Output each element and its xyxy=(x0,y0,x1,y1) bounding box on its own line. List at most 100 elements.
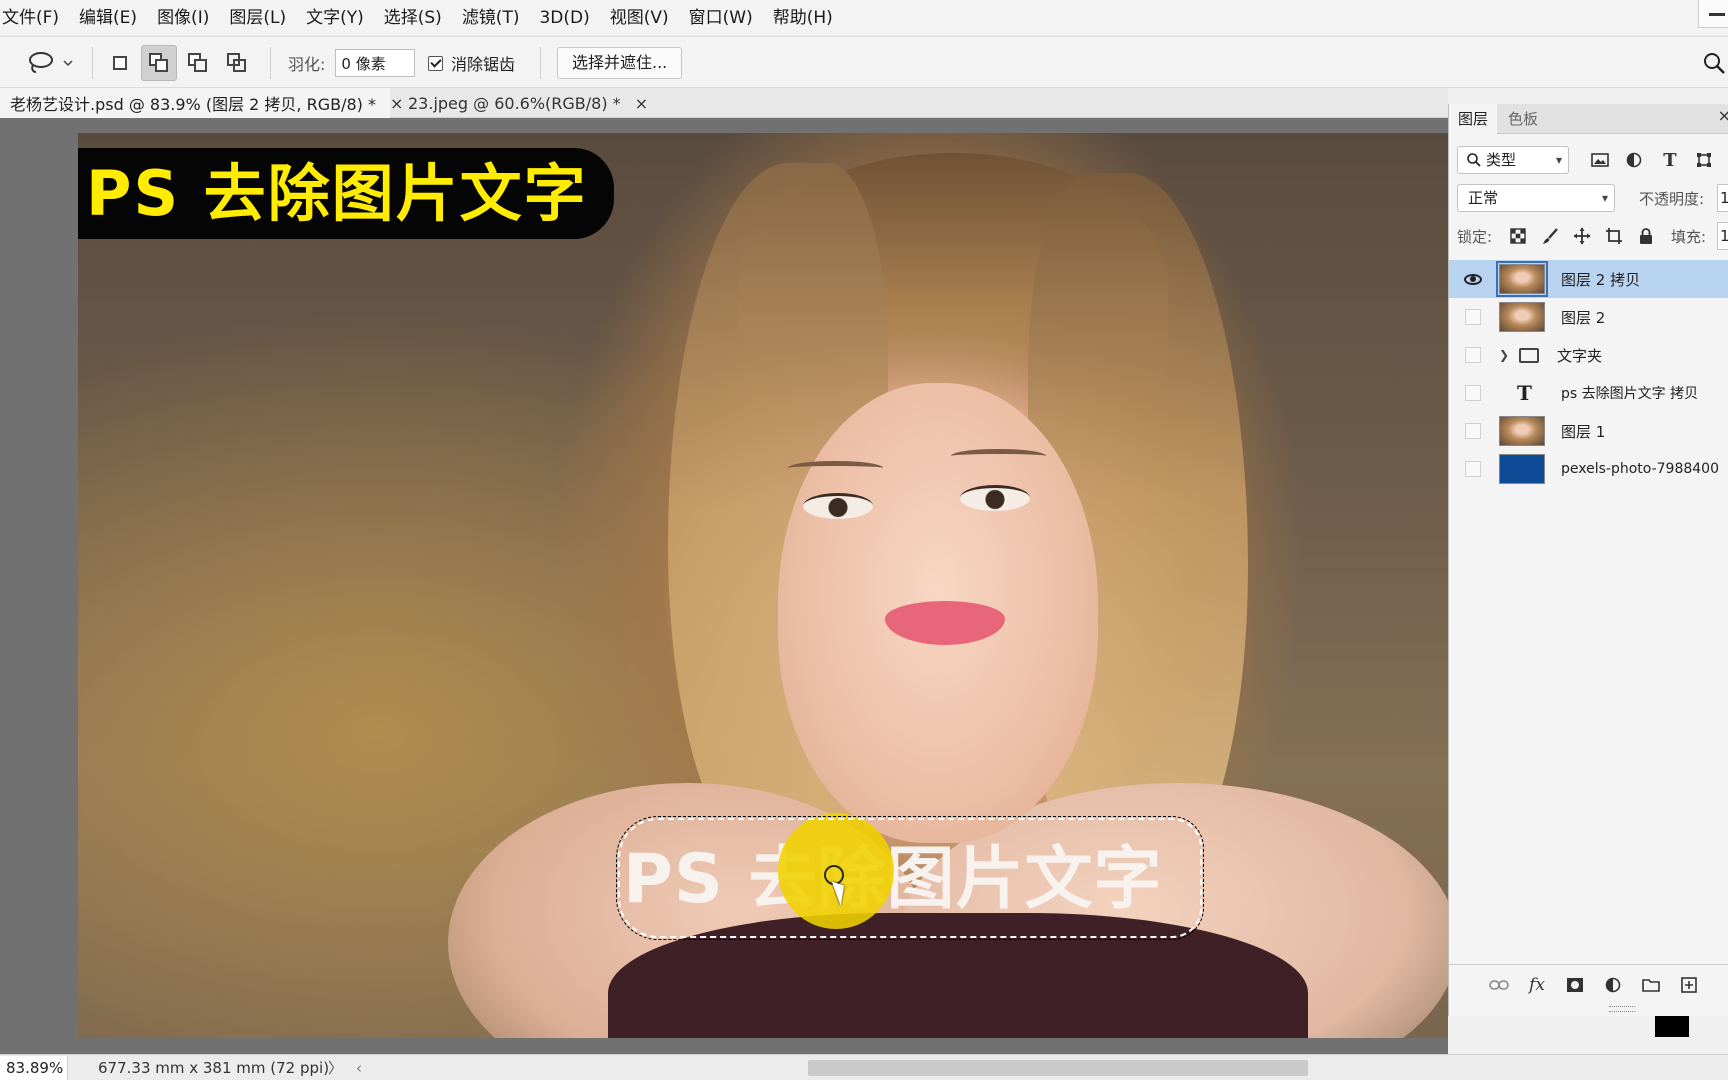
lock-all-button[interactable] xyxy=(1633,222,1659,250)
tab-label: 23.jpeg @ 60.6%(RGB/8) * xyxy=(408,93,621,113)
menu-image[interactable]: 图像(I) xyxy=(147,0,219,36)
filter-pixel-button[interactable] xyxy=(1585,146,1615,174)
layer-thumbnail xyxy=(1499,416,1545,446)
lasso-tool-preset-picker[interactable] xyxy=(22,45,78,81)
tab-laoyang-psd[interactable]: 老杨艺设计.psd @ 83.9% (图层 2 拷贝, RGB/8) * × xyxy=(0,88,403,118)
new-selection-button[interactable] xyxy=(102,45,138,81)
fx-icon[interactable]: fx xyxy=(1525,973,1549,997)
lock-transparent-pixels-button[interactable] xyxy=(1505,222,1531,250)
minimize-window-button[interactable] xyxy=(1698,0,1728,28)
menu-file[interactable]: 文件(F) xyxy=(0,0,69,36)
menu-edit[interactable]: 编辑(E) xyxy=(69,0,147,36)
search-button[interactable] xyxy=(1700,45,1728,81)
layer-visibility-toggle[interactable] xyxy=(1463,459,1483,479)
layer-visibility-toggle[interactable] xyxy=(1463,307,1483,327)
mask-icon xyxy=(1567,978,1583,992)
new-adjustment-layer-button[interactable] xyxy=(1601,973,1625,997)
menu-window[interactable]: 窗口(W) xyxy=(679,0,763,36)
horizontal-scrollbar-thumb[interactable] xyxy=(808,1060,1308,1076)
filter-shape-button[interactable] xyxy=(1689,146,1719,174)
layer-row-layer2-copy[interactable]: 图层 2 拷贝 xyxy=(1449,260,1728,298)
select-mask-control: 选择并遮住... xyxy=(557,45,683,81)
layer-name: ps 去除图片文字 拷贝 xyxy=(1561,386,1699,402)
type-layer-icon: T xyxy=(1517,381,1532,405)
filter-adjustment-button[interactable] xyxy=(1619,146,1649,174)
layer-visibility-toggle[interactable] xyxy=(1463,383,1483,403)
layer-filter-row: 类型 ▾ T xyxy=(1449,146,1728,174)
layer-row-pexels-photo[interactable]: pexels-photo-7988400 xyxy=(1449,450,1728,488)
menu-filter[interactable]: 滤镜(T) xyxy=(452,0,530,36)
canvas-workspace[interactable]: PS 去除图片文字 PS 去除图片文字 xyxy=(0,118,1448,1054)
fill-input[interactable]: 1 xyxy=(1717,222,1728,250)
subtract-from-selection-icon xyxy=(188,53,208,73)
intersect-selection-icon xyxy=(227,53,247,73)
layer-row-text[interactable]: T ps 去除图片文字 拷贝 xyxy=(1449,374,1728,412)
add-to-selection-button[interactable] xyxy=(141,45,177,81)
subtract-from-selection-button[interactable] xyxy=(180,45,216,81)
layer-visibility-toggle[interactable] xyxy=(1463,345,1483,365)
type-icon[interactable]: T xyxy=(1655,146,1685,174)
lock-label: 锁定: xyxy=(1457,228,1493,246)
layer-row-layer1[interactable]: 图层 1 xyxy=(1449,412,1728,450)
lasso-selection-marquee[interactable] xyxy=(616,816,1204,940)
move-icon xyxy=(1573,227,1591,245)
blend-row: 正常 ▾ 不透明度: 1 xyxy=(1449,184,1728,212)
layer-visibility-toggle[interactable] xyxy=(1463,269,1483,289)
menu-3d[interactable]: 3D(D) xyxy=(529,0,599,36)
title-text: PS 去除图片文字 xyxy=(86,157,588,230)
tab-layers[interactable]: 图层 xyxy=(1449,104,1498,134)
new-selection-icon xyxy=(113,56,127,70)
menu-layer[interactable]: 图层(L) xyxy=(219,0,296,36)
plus-square-icon xyxy=(1681,977,1697,993)
layer-filter-dropdown[interactable]: 类型 ▾ xyxy=(1457,146,1569,174)
opacity-input[interactable]: 1 xyxy=(1717,184,1728,212)
chevron-right-icon[interactable]: ❯ xyxy=(1499,348,1509,362)
visibility-off-icon xyxy=(1465,385,1481,401)
close-icon[interactable]: × xyxy=(1718,106,1728,125)
select-and-mask-button[interactable]: 选择并遮住... xyxy=(557,47,683,79)
feather-control: 羽化: 0 像素 xyxy=(288,45,416,81)
document-canvas[interactable]: PS 去除图片文字 PS 去除图片文字 xyxy=(78,133,1448,1038)
layer-visibility-toggle[interactable] xyxy=(1463,421,1483,441)
new-layer-button[interactable] xyxy=(1677,973,1701,997)
menu-help[interactable]: 帮助(H) xyxy=(763,0,843,36)
chevron-left-icon[interactable]: ‹ xyxy=(356,1055,362,1080)
visibility-off-icon xyxy=(1465,461,1481,477)
link-layers-button[interactable] xyxy=(1487,973,1511,997)
zoom-level-field[interactable]: 83.89% xyxy=(0,1056,68,1080)
panel-resize-grip[interactable] xyxy=(1609,1006,1635,1012)
intersect-selection-button[interactable] xyxy=(219,45,255,81)
feather-input[interactable]: 0 像素 xyxy=(335,49,416,77)
folder-icon xyxy=(1519,347,1539,363)
tab-label: 老杨艺设计.psd @ 83.9% (图层 2 拷贝, RGB/8) * xyxy=(10,95,376,114)
antialias-control[interactable]: 消除锯齿 xyxy=(428,45,515,81)
photo-brow xyxy=(951,449,1046,463)
tab-23-jpeg[interactable]: 23.jpeg @ 60.6%(RGB/8) * × xyxy=(400,88,648,118)
image-icon xyxy=(1591,153,1609,167)
foreground-color-swatch[interactable] xyxy=(1655,1015,1689,1037)
layer-row-text-folder[interactable]: ❯ 文字夹 xyxy=(1449,336,1728,374)
divider xyxy=(540,47,541,79)
lock-row: 锁定: 填充: 1 xyxy=(1449,222,1728,250)
lock-image-pixels-button[interactable] xyxy=(1537,222,1563,250)
lock-position-button[interactable] xyxy=(1569,222,1595,250)
filter-kind-label: 类型 xyxy=(1486,151,1517,169)
add-mask-button[interactable] xyxy=(1563,973,1587,997)
antialias-checkbox[interactable] xyxy=(428,55,443,71)
menu-select[interactable]: 选择(S) xyxy=(374,0,452,36)
lock-artboard-button[interactable] xyxy=(1601,222,1627,250)
divider xyxy=(92,47,93,79)
menu-view[interactable]: 视图(V) xyxy=(600,0,679,36)
chevron-down-icon: ▾ xyxy=(1601,191,1608,205)
checker-icon xyxy=(1510,228,1526,244)
link-icon xyxy=(1489,980,1509,990)
chevron-right-icon[interactable]: 〉 xyxy=(328,1055,343,1080)
close-icon[interactable]: × xyxy=(635,94,648,113)
new-group-button[interactable] xyxy=(1639,973,1663,997)
menu-type[interactable]: 文字(Y) xyxy=(296,0,374,36)
visibility-off-icon xyxy=(1465,423,1481,439)
tab-swatches[interactable]: 色板 xyxy=(1499,104,1547,134)
layer-row-layer2[interactable]: 图层 2 xyxy=(1449,298,1728,336)
menu-bar: 文件(F) 编辑(E) 图像(I) 图层(L) 文字(Y) 选择(S) 滤镜(T… xyxy=(0,0,1728,36)
blend-mode-dropdown[interactable]: 正常 ▾ xyxy=(1457,184,1615,212)
